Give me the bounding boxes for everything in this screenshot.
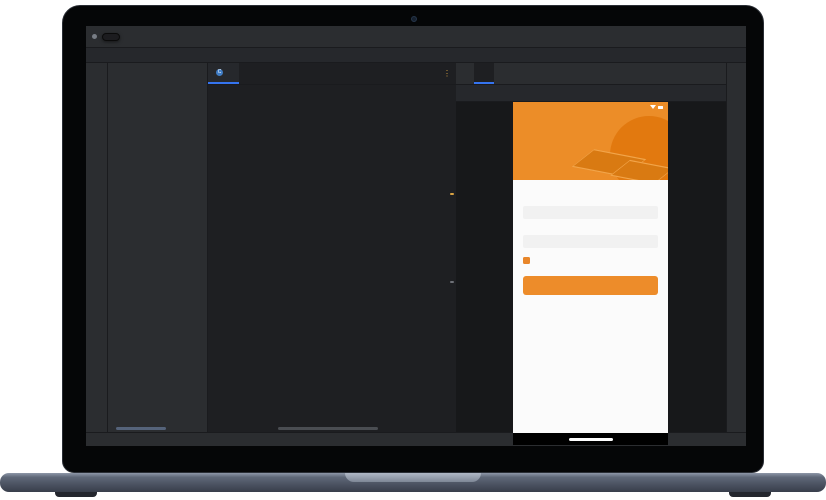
main-toolbar bbox=[86, 26, 746, 48]
project-panel-header[interactable] bbox=[108, 63, 207, 81]
laptop-foot bbox=[55, 492, 97, 497]
emulator-screen[interactable] bbox=[513, 102, 668, 445]
device-controls-toolbar bbox=[456, 85, 726, 102]
wifi-icon bbox=[650, 105, 656, 109]
android-status-bar bbox=[513, 102, 668, 112]
android-nav-bar bbox=[513, 433, 668, 445]
code-editor: C ⋮ bbox=[208, 63, 456, 432]
username-field[interactable] bbox=[523, 206, 658, 219]
code-area[interactable] bbox=[208, 85, 456, 432]
laptop-screen: C ⋮ bbox=[62, 5, 764, 473]
laptop-base bbox=[0, 473, 826, 492]
password-field[interactable] bbox=[523, 235, 658, 248]
battery-icon bbox=[658, 106, 663, 109]
right-tool-window-bar bbox=[726, 63, 746, 432]
login-header-art bbox=[513, 102, 668, 180]
webcam-dot bbox=[411, 16, 417, 22]
running-devices-header bbox=[456, 63, 726, 85]
editor-hscrollbar[interactable] bbox=[278, 427, 378, 430]
editor-tab-loginactivity[interactable]: C bbox=[208, 63, 239, 84]
editor-options-icon[interactable]: ⋮ bbox=[443, 69, 451, 78]
ishot-tooltip bbox=[102, 33, 120, 41]
error-stripe-mark[interactable] bbox=[450, 281, 454, 283]
project-tool-window bbox=[108, 63, 208, 432]
android-studio-window: C ⋮ bbox=[86, 26, 746, 446]
breadcrumb bbox=[86, 48, 746, 63]
home-pill[interactable] bbox=[569, 438, 613, 441]
laptop-lid-notch bbox=[345, 473, 481, 482]
error-stripe-mark[interactable] bbox=[450, 193, 454, 195]
login-card bbox=[513, 180, 668, 433]
project-tree bbox=[108, 81, 207, 432]
editor-tab-bar: C ⋮ bbox=[208, 63, 456, 85]
laptop-foot bbox=[729, 492, 771, 497]
java-class-icon: C bbox=[216, 69, 223, 76]
project-tree-scrollbar[interactable] bbox=[116, 427, 166, 430]
left-tool-window-bar bbox=[86, 63, 108, 432]
screenshot-stage: C ⋮ bbox=[0, 0, 826, 500]
running-devices-panel bbox=[456, 63, 726, 432]
window-control-dot[interactable] bbox=[92, 34, 97, 39]
remember-password-checkbox[interactable] bbox=[523, 257, 530, 264]
device-tab-resizable[interactable] bbox=[474, 63, 494, 84]
login-button[interactable] bbox=[523, 276, 658, 295]
